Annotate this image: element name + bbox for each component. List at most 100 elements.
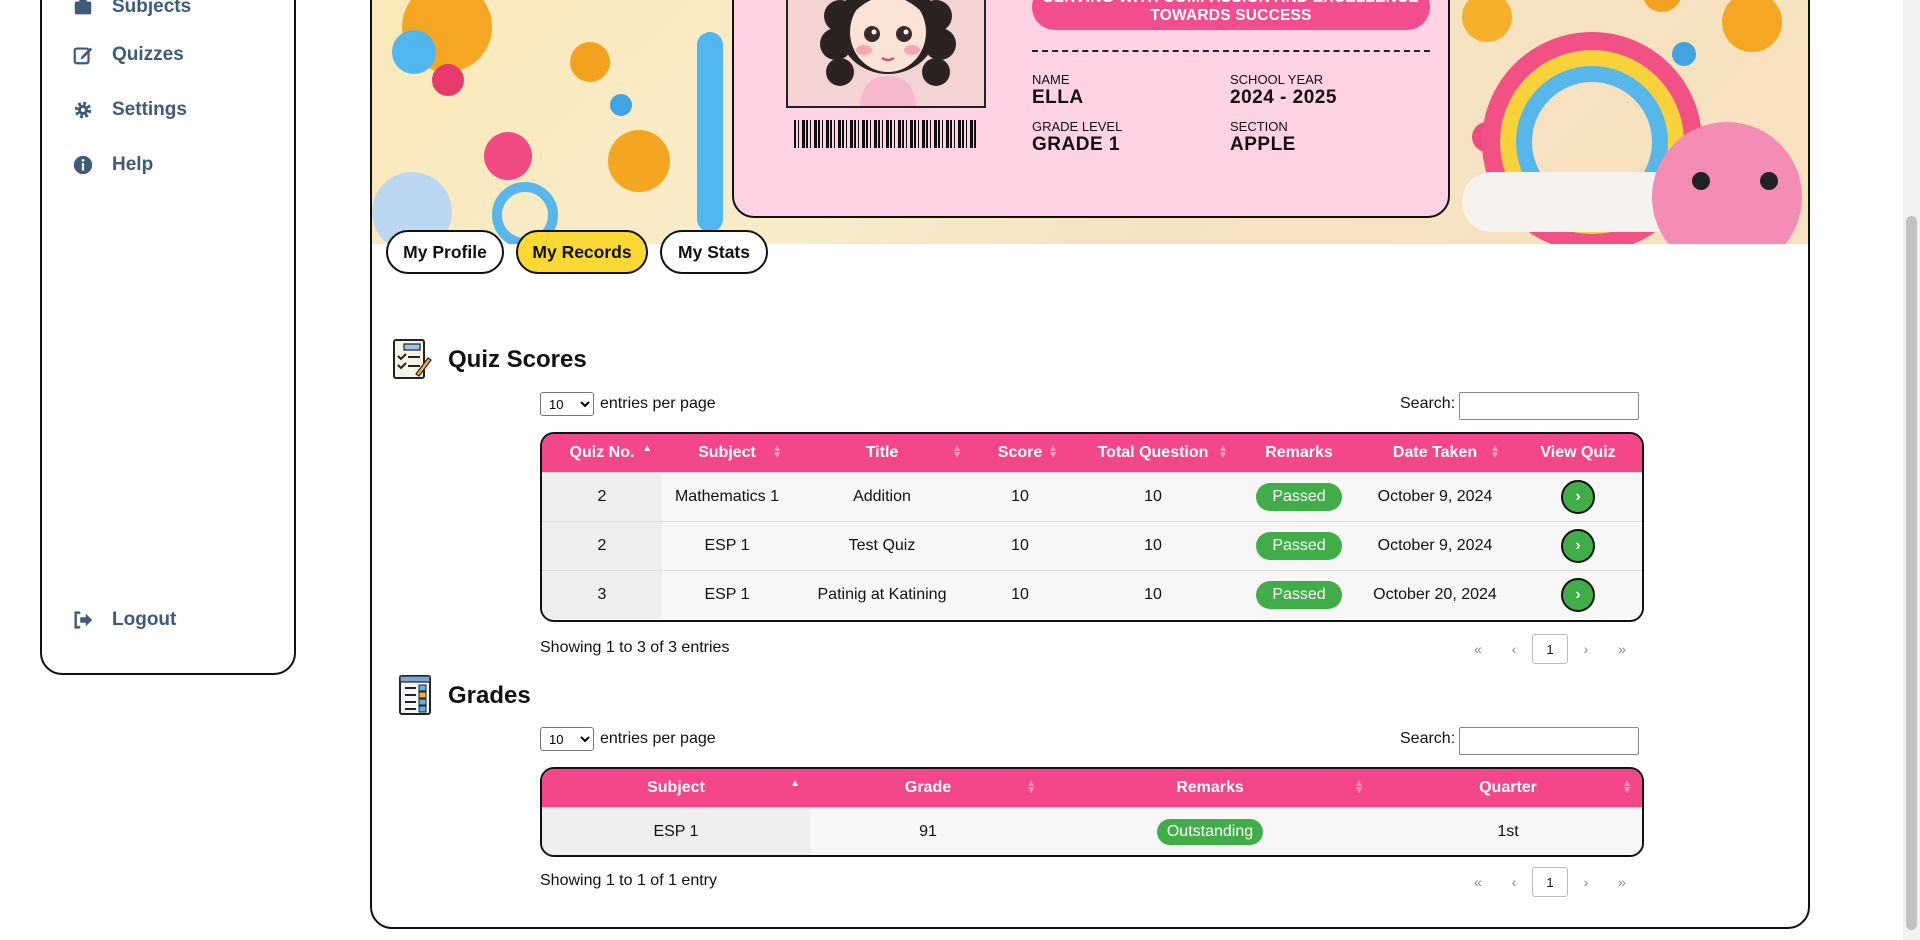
grade-level-label: GRADE LEVEL bbox=[1032, 119, 1123, 134]
banner-decoration bbox=[1462, 172, 1682, 232]
date-cell: October 9, 2024 bbox=[1360, 520, 1510, 570]
sidebar-item-help[interactable]: Help bbox=[72, 154, 153, 176]
banner-decoration bbox=[1672, 42, 1696, 66]
quiz-entries-select[interactable]: 10 bbox=[540, 392, 594, 416]
first-page-button[interactable]: « bbox=[1460, 867, 1496, 897]
status-badge: Outstanding bbox=[1156, 818, 1264, 845]
tab-my-profile[interactable]: My Profile bbox=[386, 230, 504, 274]
grades-report-icon bbox=[399, 675, 431, 715]
student-name: ELLA bbox=[1032, 87, 1084, 108]
column-header-quiz-no[interactable]: Quiz No. ▲ bbox=[542, 434, 662, 472]
column-header-grade[interactable]: Grade ▲ ▼ bbox=[810, 769, 1046, 807]
last-page-button[interactable]: » bbox=[1604, 634, 1640, 664]
sidebar-item-label: Settings bbox=[112, 99, 187, 120]
column-header-title[interactable]: Title ▲ ▼ bbox=[792, 434, 972, 472]
grades-table-info: Showing 1 to 1 of 1 entry bbox=[540, 872, 717, 889]
view-quiz-button[interactable]: › bbox=[1561, 577, 1595, 612]
sidebar-item-quizzes[interactable]: Quizzes bbox=[72, 44, 184, 66]
edit-icon bbox=[73, 47, 93, 65]
title-cell: Test Quiz bbox=[792, 520, 972, 570]
remarks-cell: Passed bbox=[1238, 569, 1360, 619]
quiz-scores-table: Quiz No. ▲ Subject ▲ ▼ Title ▲ ▼ Score ▲ ▼ Tota… bbox=[540, 432, 1644, 622]
tab-my-records[interactable]: My Records bbox=[516, 230, 648, 274]
sidebar-item-label: Subjects bbox=[112, 0, 192, 17]
search-label: Search: bbox=[1400, 395, 1456, 412]
column-header-remarks[interactable]: Remarks ▲ ▼ bbox=[1046, 769, 1374, 807]
banner-decoration bbox=[1692, 172, 1710, 190]
sidebar-item-label: Quizzes bbox=[112, 44, 184, 65]
scrollbar-thumb[interactable] bbox=[1906, 216, 1917, 930]
banner-decoration bbox=[610, 94, 632, 116]
section-label: SECTION bbox=[1230, 119, 1288, 134]
logout-button[interactable]: Logout bbox=[72, 609, 176, 631]
title-cell: Addition bbox=[792, 471, 972, 521]
grades-title: Grades bbox=[448, 682, 531, 709]
subject-cell: ESP 1 bbox=[662, 569, 792, 619]
column-header-subject[interactable]: Subject ▲ bbox=[542, 769, 810, 807]
quiz-pagination: « ‹ 1 › » bbox=[1460, 634, 1640, 664]
last-page-button[interactable]: » bbox=[1604, 867, 1640, 897]
banner-decoration bbox=[392, 30, 436, 74]
school-motto: SERVING WITH COMPASSION AND EXCELLENCE T… bbox=[1032, 0, 1430, 30]
title-cell: Patinig at Katining bbox=[792, 569, 972, 619]
view-cell: › bbox=[1510, 520, 1642, 570]
column-header-date-taken[interactable]: Date Taken ▲ ▼ bbox=[1360, 434, 1510, 472]
first-page-button[interactable]: « bbox=[1460, 634, 1496, 664]
column-header-score[interactable]: Score ▲ ▼ bbox=[972, 434, 1068, 472]
grades-table: Subject ▲ Grade ▲ ▼ Remarks ▲ ▼ Quarter ▲ ▼ ESP… bbox=[540, 767, 1644, 857]
view-quiz-button[interactable]: › bbox=[1561, 479, 1595, 514]
page-number-button[interactable]: 1 bbox=[1532, 867, 1568, 897]
page-number-button[interactable]: 1 bbox=[1532, 634, 1568, 664]
subjects-icon bbox=[74, 0, 92, 15]
gear-icon bbox=[74, 101, 92, 119]
view-cell: › bbox=[1510, 471, 1642, 521]
total-cell: 10 bbox=[1068, 569, 1238, 619]
sidebar: Subjects Quizzes Settings Help Logout bbox=[40, 0, 296, 675]
table-row: ESP 1 91 Outstanding 1st bbox=[542, 806, 1642, 855]
tab-my-stats[interactable]: My Stats bbox=[660, 230, 768, 274]
section-value: APPLE bbox=[1230, 134, 1296, 155]
score-cell: 10 bbox=[972, 569, 1068, 619]
subject-cell: ESP 1 bbox=[542, 806, 810, 855]
grade-level-value: GRADE 1 bbox=[1032, 134, 1120, 155]
divider bbox=[1032, 50, 1430, 52]
quiz-no-cell: 2 bbox=[542, 520, 662, 570]
subject-cell: ESP 1 bbox=[662, 520, 792, 570]
status-badge: Passed bbox=[1256, 482, 1342, 511]
total-cell: 10 bbox=[1068, 471, 1238, 521]
student-id-card: SERVING WITH COMPASSION AND EXCELLENCE T… bbox=[732, 0, 1450, 218]
column-header-view-quiz[interactable]: View Quiz bbox=[1510, 434, 1642, 472]
page-scrollbar[interactable] bbox=[1903, 0, 1920, 940]
column-header-remarks[interactable]: Remarks bbox=[1238, 434, 1360, 472]
grades-entries-select[interactable]: 10 bbox=[540, 727, 594, 751]
sidebar-item-settings[interactable]: Settings bbox=[72, 99, 187, 121]
next-page-button[interactable]: › bbox=[1568, 867, 1604, 897]
entries-per-page-label: entries per page bbox=[600, 395, 716, 412]
student-photo bbox=[786, 0, 986, 108]
score-cell: 10 bbox=[972, 520, 1068, 570]
quiz-table-info: Showing 1 to 3 of 3 entries bbox=[540, 639, 730, 656]
grades-search-input[interactable] bbox=[1459, 727, 1639, 755]
next-page-button[interactable]: › bbox=[1568, 634, 1604, 664]
profile-banner: SERVING WITH COMPASSION AND EXCELLENCE T… bbox=[372, 0, 1808, 244]
logout-icon bbox=[74, 611, 93, 629]
quiz-search-input[interactable] bbox=[1459, 392, 1639, 420]
date-cell: October 9, 2024 bbox=[1360, 471, 1510, 521]
view-quiz-button[interactable]: › bbox=[1561, 528, 1595, 563]
banner-decoration bbox=[1722, 0, 1782, 52]
banner-decoration bbox=[1462, 0, 1512, 42]
school-year-label: SCHOOL YEAR bbox=[1230, 72, 1324, 87]
prev-page-button[interactable]: ‹ bbox=[1496, 867, 1532, 897]
sidebar-item-subjects[interactable]: Subjects bbox=[72, 0, 191, 18]
remarks-cell: Passed bbox=[1238, 471, 1360, 521]
banner-decoration bbox=[608, 130, 670, 192]
prev-page-button[interactable]: ‹ bbox=[1496, 634, 1532, 664]
column-header-total-question[interactable]: Total Question ▲ ▼ bbox=[1068, 434, 1238, 472]
column-header-quarter[interactable]: Quarter ▲ ▼ bbox=[1374, 769, 1642, 807]
banner-decoration bbox=[484, 132, 532, 180]
chevron-right-icon: › bbox=[1575, 487, 1581, 505]
quarter-cell: 1st bbox=[1374, 806, 1642, 855]
status-badge: Passed bbox=[1256, 580, 1342, 609]
search-label: Search: bbox=[1400, 730, 1456, 747]
column-header-subject[interactable]: Subject ▲ ▼ bbox=[662, 434, 792, 472]
